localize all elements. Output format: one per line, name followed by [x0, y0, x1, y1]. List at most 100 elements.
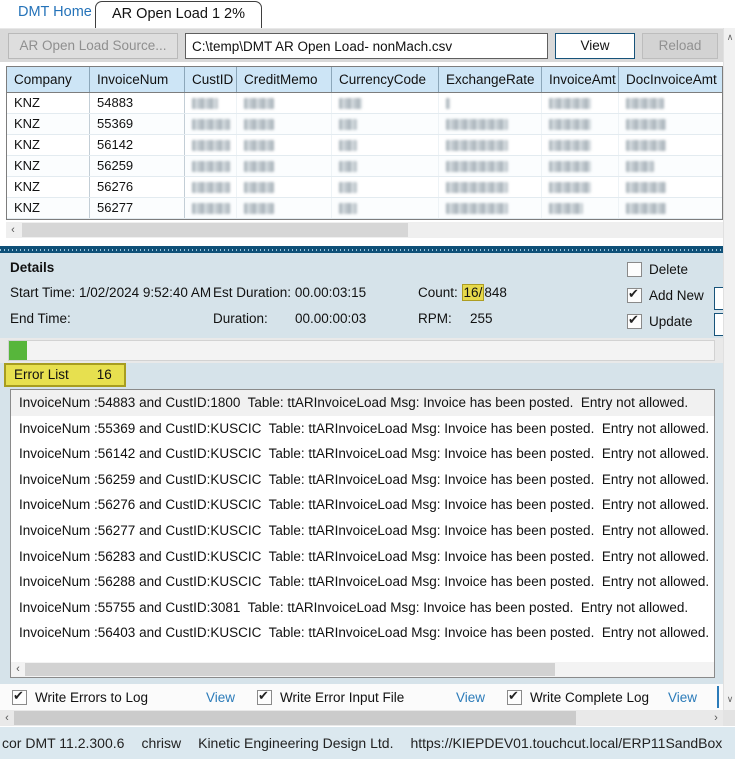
cell-invoice-num: 56276: [90, 177, 185, 197]
grid-row[interactable]: KNZ 56259: [7, 156, 722, 177]
app-version: cor DMT 11.2.300.6: [2, 735, 125, 751]
cell-docinvoiceamt-redacted: [619, 135, 722, 155]
grid-header-cell[interactable]: CustID: [185, 67, 237, 92]
log-option: ✔ Write Errors to Log View: [12, 687, 235, 705]
tab-ar-open-load[interactable]: AR Open Load 1 2%: [95, 1, 263, 28]
file-path-input[interactable]: [185, 33, 548, 59]
source-button[interactable]: AR Open Load Source...: [8, 33, 178, 59]
duration-value: 00.00:00:03: [295, 311, 367, 326]
cell-invoice-num: 55369: [90, 114, 185, 134]
error-list: InvoiceNum :54883 and CustID:1800 Table:…: [10, 389, 715, 678]
grid-row[interactable]: KNZ 56277: [7, 198, 722, 219]
checkmark-icon: ✔: [13, 687, 24, 703]
error-list-item[interactable]: InvoiceNum :56403 and CustID:KUSCIC Tabl…: [11, 620, 714, 646]
details-title: Details: [10, 260, 55, 275]
clipped-button-2[interactable]: [714, 313, 723, 336]
duration-label: Duration:: [213, 311, 268, 326]
error-scroll-thumb[interactable]: [25, 663, 555, 676]
cell-currencycode-redacted: [332, 135, 439, 155]
checkbox[interactable]: ✔: [627, 286, 642, 303]
cell-docinvoiceamt-redacted: [619, 177, 722, 197]
error-list-item[interactable]: InvoiceNum :54883 and CustID:1800 Table:…: [11, 390, 714, 416]
scrollbar-corner: [723, 710, 735, 726]
scroll-up-icon[interactable]: ∧: [724, 30, 735, 44]
count-total: 848: [484, 285, 507, 300]
error-list-label: Error List 16: [4, 363, 126, 387]
grid-header-cell[interactable]: InvoiceAmt: [542, 67, 619, 92]
cell-exchangerate-redacted: [439, 93, 542, 113]
count-current-highlight: 16/: [461, 284, 485, 301]
error-list-item[interactable]: InvoiceNum :56277 and CustID:KUSCIC Tabl…: [11, 518, 714, 544]
error-list-item[interactable]: InvoiceNum :56259 and CustID:KUSCIC Tabl…: [11, 467, 714, 493]
cell-docinvoiceamt-redacted: [619, 114, 722, 134]
grid-header-cell[interactable]: Company: [7, 67, 90, 92]
cell-invoice-num: 54883: [90, 93, 185, 113]
grid-row[interactable]: KNZ 55369: [7, 114, 722, 135]
cell-invoiceamt-redacted: [542, 177, 619, 197]
grid-horizontal-scrollbar[interactable]: ‹: [6, 222, 723, 238]
error-list-item[interactable]: InvoiceNum :56276 and CustID:KUSCIC Tabl…: [11, 492, 714, 518]
grid-header-cell[interactable]: DocInvoiceAmt: [619, 67, 722, 92]
scroll-down-icon[interactable]: ∨: [724, 692, 735, 706]
error-list-item[interactable]: InvoiceNum :55755 and CustID:3081 Table:…: [11, 595, 714, 621]
checkbox[interactable]: ✔: [12, 687, 27, 705]
grid-header-cell[interactable]: CurrencyCode: [332, 67, 439, 92]
error-count: 16: [96, 367, 112, 382]
view-button[interactable]: View: [555, 33, 635, 59]
log-option: ✔ Write Complete Log View: [507, 687, 697, 705]
clipped-button-1[interactable]: [714, 287, 723, 310]
cell-invoice-num: 56277: [90, 198, 185, 218]
checkbox[interactable]: ✔: [257, 688, 272, 705]
progress-fill: [9, 341, 27, 360]
reload-button[interactable]: Reload: [642, 33, 718, 59]
error-list-horizontal-scrollbar[interactable]: ‹: [11, 662, 714, 677]
details-checkbox-row[interactable]: ✔ Add New: [627, 286, 704, 303]
grid-scroll-thumb[interactable]: [22, 223, 408, 237]
grid-row[interactable]: KNZ 54883: [7, 93, 722, 114]
error-list-item[interactable]: InvoiceNum :56288 and CustID:KUSCIC Tabl…: [11, 569, 714, 595]
scroll-left-icon[interactable]: ‹: [11, 662, 25, 677]
error-list-item[interactable]: InvoiceNum :55369 and CustID:KUSCIC Tabl…: [11, 416, 714, 442]
cell-currencycode-redacted: [332, 198, 439, 218]
cell-company: KNZ: [7, 135, 90, 155]
view-log-link[interactable]: View: [668, 690, 697, 705]
error-list-item[interactable]: InvoiceNum :56283 and CustID:KUSCIC Tabl…: [11, 544, 714, 570]
cell-invoiceamt-redacted: [542, 198, 619, 218]
scroll-right-icon[interactable]: ›: [709, 710, 723, 726]
cell-invoice-num: 56142: [90, 135, 185, 155]
window-horizontal-scrollbar[interactable]: ‹ ›: [0, 710, 723, 726]
scroll-left-icon[interactable]: ‹: [6, 222, 20, 238]
view-log-link[interactable]: View: [456, 690, 485, 705]
checkbox[interactable]: ✔: [507, 688, 522, 705]
grid-row[interactable]: KNZ 56142: [7, 135, 722, 156]
details-checkbox-row[interactable]: ✔ Delete: [627, 262, 688, 277]
window-scroll-thumb[interactable]: [14, 711, 576, 725]
grid-header-cell[interactable]: ExchangeRate: [439, 67, 542, 92]
checkbox[interactable]: ✔: [627, 312, 642, 329]
cell-exchangerate-redacted: [439, 198, 542, 218]
panel-splitter[interactable]: [0, 246, 735, 253]
cell-custid-redacted: [185, 198, 237, 218]
dmt-window: DMT Home AR Open Load 1 2% AR Open Load …: [0, 0, 735, 759]
grid-header-cell[interactable]: InvoiceNum: [90, 67, 185, 92]
checkbox[interactable]: ✔: [627, 262, 642, 277]
cell-company: KNZ: [7, 93, 90, 113]
cell-custid-redacted: [185, 177, 237, 197]
grid-body: KNZ 54883 KNZ 55369 KNZ 56142 KNZ 56259 …: [7, 93, 722, 219]
cell-invoiceamt-redacted: [542, 135, 619, 155]
cell-currencycode-redacted: [332, 114, 439, 134]
invoice-grid: Company InvoiceNum CustID CreditMemo Currenc…: [6, 66, 723, 220]
cell-company: KNZ: [7, 177, 90, 197]
grid-header-cell[interactable]: CreditMemo: [237, 67, 332, 92]
scroll-left-icon[interactable]: ‹: [0, 710, 14, 726]
tab-dmt-home[interactable]: DMT Home: [18, 4, 92, 20]
status-company: Kinetic Engineering Design Ltd.: [198, 735, 394, 751]
grid-row[interactable]: KNZ 56276: [7, 177, 722, 198]
details-checkbox-row[interactable]: ✔ Update: [627, 312, 693, 329]
cell-exchangerate-redacted: [439, 177, 542, 197]
cell-invoiceamt-redacted: [542, 114, 619, 134]
view-log-link[interactable]: View: [206, 690, 235, 705]
error-list-item[interactable]: InvoiceNum :56142 and CustID:KUSCIC Tabl…: [11, 441, 714, 467]
window-vertical-scrollbar[interactable]: ∧ ∨: [723, 28, 735, 710]
cell-docinvoiceamt-redacted: [619, 156, 722, 176]
